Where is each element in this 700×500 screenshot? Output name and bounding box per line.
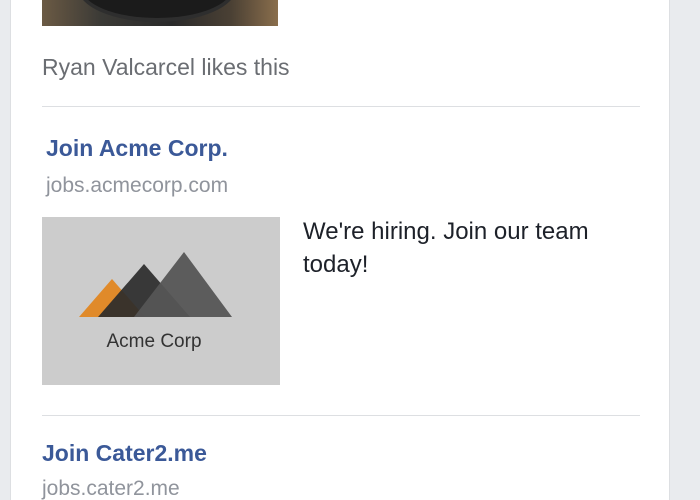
divider [42,106,640,107]
ad-image-acme[interactable]: Acme Corp [42,217,280,385]
logo-text: Acme Corp [106,331,201,352]
page: Ryan Valcarcel likes this Join Acme Corp… [0,0,700,500]
ad-title-cater2me[interactable]: Join Cater2.me [42,440,207,467]
ad-url-cater2me[interactable]: jobs.cater2.me [42,477,180,500]
ad-body-acme: We're hiring. Join our team today! [303,218,589,278]
acme-logo: Acme Corp [79,252,232,352]
likes-text[interactable]: Ryan Valcarcel likes this [42,54,290,81]
divider [42,415,640,416]
post-image-subject [82,0,232,18]
feed-card: Ryan Valcarcel likes this Join Acme Corp… [10,0,670,500]
ad-title-acme[interactable]: Join Acme Corp. [46,135,228,162]
post-image[interactable] [42,0,278,26]
ad-url-acme[interactable]: jobs.acmecorp.com [46,174,228,198]
